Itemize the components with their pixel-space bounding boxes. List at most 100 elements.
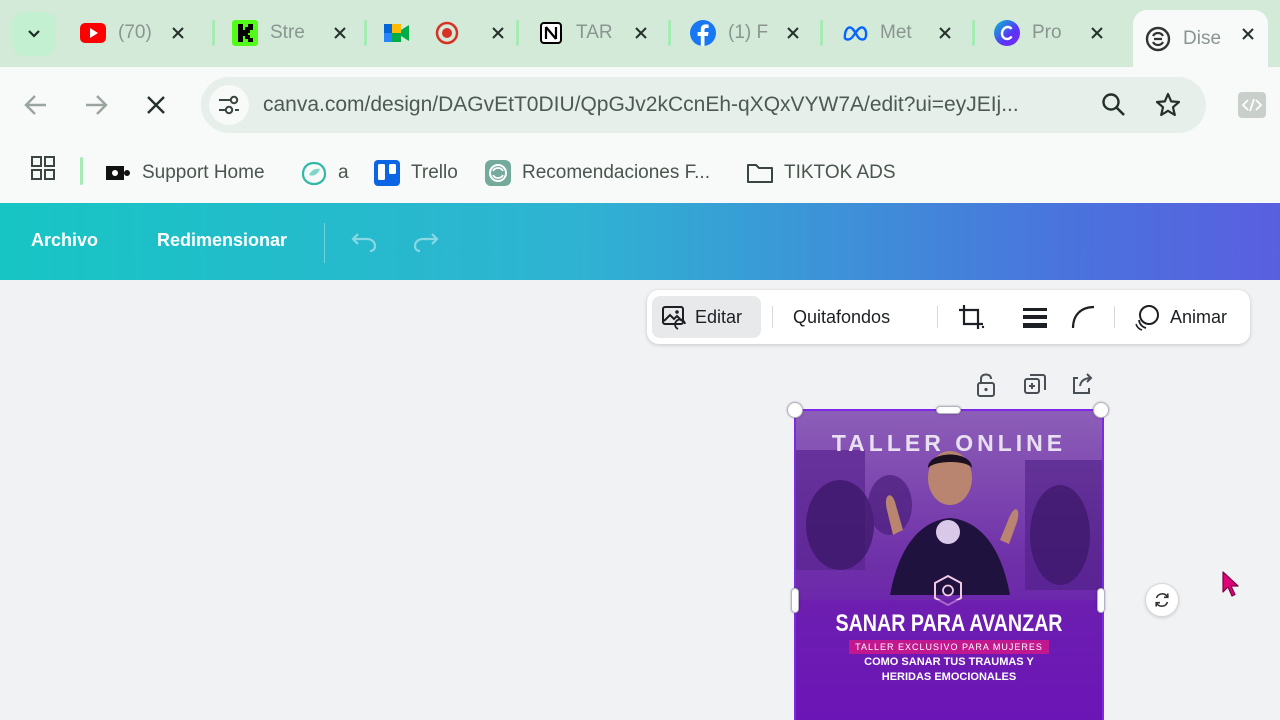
bookmarks-bar: Support Home a Trello Recomendaciones F.… bbox=[0, 143, 1280, 203]
close-icon[interactable] bbox=[1085, 21, 1109, 45]
browser-tab-strip: (70) Stre TAR (1) F Met Pro Dise bbox=[0, 0, 1280, 67]
bookmark-recomendaciones[interactable]: Recomendaciones F... bbox=[484, 155, 710, 191]
chatgpt-icon bbox=[1145, 26, 1171, 52]
toolbar-divider bbox=[937, 306, 938, 328]
forward-arrow-icon[interactable] bbox=[82, 92, 110, 123]
tab-search-button[interactable] bbox=[12, 12, 56, 56]
duplicate-icon[interactable] bbox=[1023, 373, 1047, 402]
address-bar[interactable]: canva.com/design/DAGvEtT0DIU/QpGJv2kCcnE… bbox=[201, 77, 1206, 133]
file-menu-button[interactable]: Archivo bbox=[31, 230, 98, 251]
tab-meta[interactable]: Met bbox=[830, 9, 965, 57]
tab-title: TAR bbox=[576, 22, 613, 43]
tab-title: (1) F bbox=[728, 22, 768, 43]
close-icon[interactable] bbox=[629, 21, 653, 45]
close-icon[interactable] bbox=[1236, 22, 1260, 46]
tab-active-design[interactable]: Dise bbox=[1133, 10, 1268, 67]
mouse-cursor-icon bbox=[1221, 570, 1241, 603]
resize-handle-top-left[interactable] bbox=[787, 402, 803, 418]
url-text[interactable]: canva.com/design/DAGvEtT0DIU/QpGJv2kCcnE… bbox=[263, 93, 1078, 117]
meta-icon bbox=[842, 20, 868, 46]
background-remover-button[interactable]: Quitafondos bbox=[793, 296, 890, 338]
border-style-icon[interactable] bbox=[1021, 296, 1049, 338]
notion-icon bbox=[538, 20, 564, 46]
resize-handle-left[interactable] bbox=[791, 588, 799, 613]
apps-grid-icon[interactable] bbox=[30, 155, 56, 186]
tab-title: Dise bbox=[1183, 27, 1222, 49]
resize-handle-right[interactable] bbox=[1097, 588, 1105, 613]
tab-divider bbox=[668, 20, 671, 46]
close-icon[interactable] bbox=[933, 21, 957, 45]
tab-recorder[interactable] bbox=[422, 9, 518, 57]
bookmark-label: Trello bbox=[411, 162, 458, 183]
crop-icon[interactable] bbox=[957, 296, 985, 338]
close-icon[interactable] bbox=[781, 21, 805, 45]
tab-facebook[interactable]: (1) F bbox=[678, 9, 813, 57]
tab-divider bbox=[364, 20, 367, 46]
ai-leaf-icon bbox=[300, 159, 328, 187]
bookmark-a[interactable]: a bbox=[300, 155, 349, 191]
extension-code-icon[interactable] bbox=[1238, 92, 1266, 118]
site-settings-icon[interactable] bbox=[209, 85, 249, 125]
resize-handle-top-right[interactable] bbox=[1093, 402, 1109, 418]
back-arrow-icon[interactable] bbox=[22, 92, 50, 123]
close-icon[interactable] bbox=[486, 21, 510, 45]
lock-icon[interactable] bbox=[974, 372, 998, 403]
chatgpt-icon bbox=[484, 159, 512, 187]
bookmarks-divider bbox=[80, 157, 83, 185]
tab-canva-project[interactable]: Pro bbox=[982, 9, 1117, 57]
browser-toolbar: canva.com/design/DAGvEtT0DIU/QpGJv2kCcnE… bbox=[0, 67, 1280, 143]
tab-google-meet[interactable] bbox=[372, 9, 420, 57]
trello-icon bbox=[373, 159, 401, 187]
selected-image-element[interactable]: TALLER ONLINE SANAR PARA AVANZAR TALLER … bbox=[795, 410, 1103, 720]
poster-headline: SANAR PARA AVANZAR bbox=[835, 610, 1063, 637]
kick-icon bbox=[232, 20, 258, 46]
bookmark-star-icon[interactable] bbox=[1154, 91, 1182, 124]
image-context-toolbar: Editar Quitafondos Animar bbox=[647, 290, 1250, 344]
folder-icon bbox=[746, 159, 774, 187]
canva-header: Archivo Redimensionar bbox=[0, 203, 1280, 280]
header-divider bbox=[324, 223, 325, 263]
stop-loading-icon[interactable] bbox=[145, 94, 167, 121]
tab-title: (70) bbox=[118, 22, 152, 43]
share-icon[interactable] bbox=[1070, 372, 1094, 401]
tab-notion[interactable]: TAR bbox=[526, 9, 661, 57]
bookmark-tiktok-ads[interactable]: TIKTOK ADS bbox=[746, 155, 896, 191]
close-icon[interactable] bbox=[166, 21, 190, 45]
poster-subtitle: TALLER EXCLUSIVO PARA MUJERES bbox=[849, 640, 1049, 654]
image-edit-icon bbox=[661, 304, 687, 330]
corner-rounding-icon[interactable] bbox=[1069, 296, 1097, 338]
resize-button[interactable]: Redimensionar bbox=[157, 230, 287, 251]
tab-kick[interactable]: Stre bbox=[220, 9, 360, 57]
canva-icon bbox=[994, 20, 1020, 46]
tab-youtube[interactable]: (70) bbox=[68, 9, 198, 57]
bookmark-label: Recomendaciones F... bbox=[522, 162, 710, 183]
poster-tagline-1: COMO SANAR TUS TRAUMAS Y bbox=[864, 656, 1034, 668]
tab-title: Met bbox=[880, 22, 912, 43]
support-icon bbox=[104, 159, 132, 187]
youtube-icon bbox=[80, 20, 106, 46]
animate-icon bbox=[1134, 303, 1162, 331]
zoom-search-icon[interactable] bbox=[1101, 92, 1127, 123]
tab-title: Pro bbox=[1032, 22, 1062, 43]
bookmark-label: Support Home bbox=[142, 162, 265, 183]
tab-divider bbox=[212, 20, 215, 46]
google-meet-icon bbox=[384, 20, 410, 46]
toolbar-divider bbox=[772, 306, 773, 328]
tab-divider bbox=[972, 20, 975, 46]
toolbar-divider bbox=[1114, 306, 1115, 328]
undo-icon[interactable] bbox=[350, 229, 378, 258]
rotate-icon[interactable] bbox=[1145, 583, 1179, 617]
close-icon[interactable] bbox=[328, 21, 352, 45]
poster-tagline-2: HERIDAS EMOCIONALES bbox=[881, 671, 1017, 683]
animate-button[interactable]: Animar bbox=[1134, 296, 1227, 338]
edit-image-button[interactable]: Editar bbox=[652, 296, 761, 338]
chevron-down-icon bbox=[28, 30, 40, 38]
redo-icon[interactable] bbox=[412, 229, 440, 258]
record-icon bbox=[434, 20, 460, 46]
facebook-icon bbox=[690, 20, 716, 46]
resize-handle-top[interactable] bbox=[936, 406, 961, 414]
bookmark-support-home[interactable]: Support Home bbox=[104, 155, 265, 191]
tab-divider bbox=[516, 20, 519, 46]
bookmark-trello[interactable]: Trello bbox=[373, 155, 458, 191]
poster-top-title: TALLER ONLINE bbox=[831, 430, 1067, 456]
